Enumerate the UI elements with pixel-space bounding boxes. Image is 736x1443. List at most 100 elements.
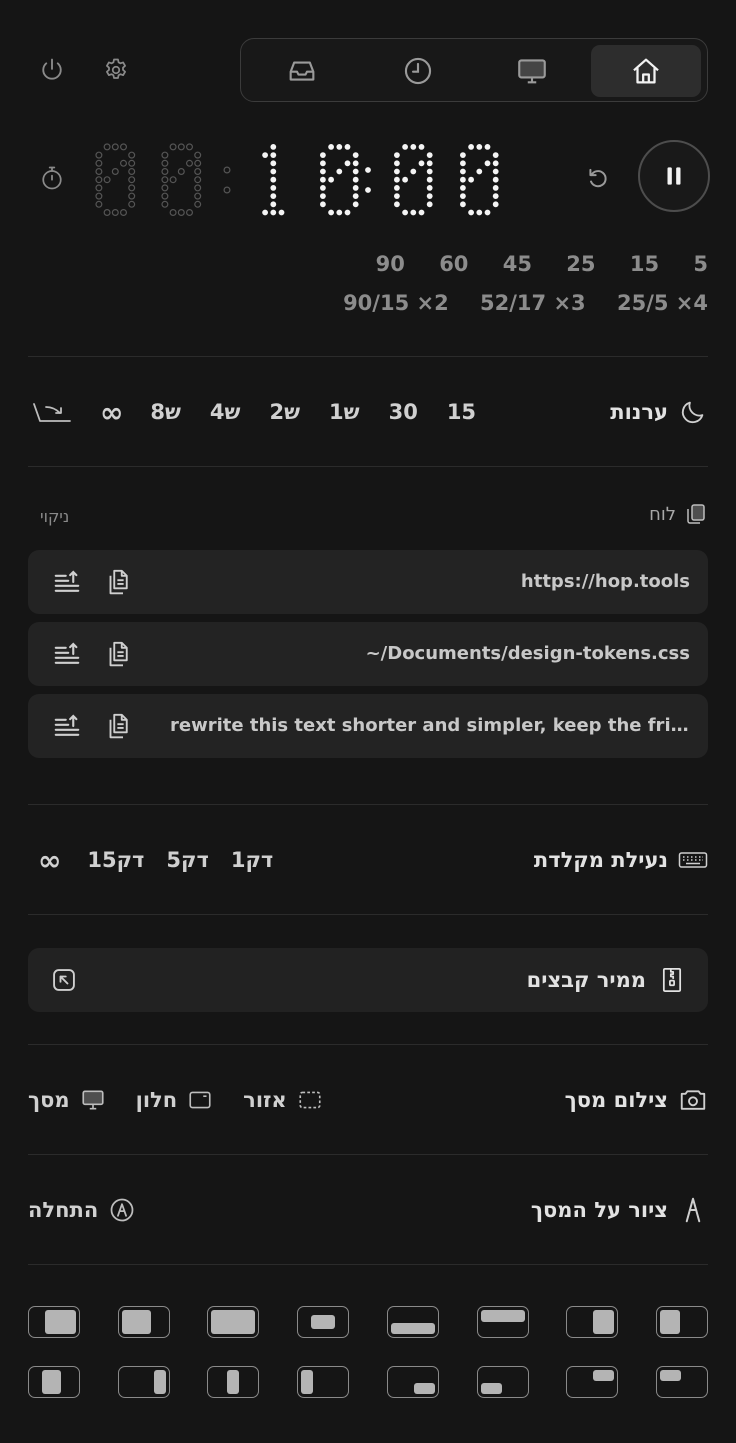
- timer-digit-dot: [177, 143, 185, 151]
- keyboard-lock-15m[interactable]: 15דק: [87, 848, 144, 872]
- stopwatch-icon[interactable]: [38, 164, 66, 192]
- gear-icon[interactable]: [102, 56, 130, 84]
- paste-as-plain-icon[interactable]: [52, 639, 82, 669]
- layout-top-right-quarter[interactable]: [566, 1366, 618, 1398]
- clipboard-item[interactable]: https://hop.tools: [28, 550, 708, 614]
- monitor-icon: [82, 1090, 104, 1110]
- clipboard-item[interactable]: rewrite this text shorter and simpler, k…: [28, 694, 708, 758]
- file-converter-button[interactable]: ממיר קבצים: [28, 948, 708, 1012]
- preset-60[interactable]: 60: [439, 252, 468, 276]
- layout-center[interactable]: [297, 1306, 349, 1338]
- copy-icon[interactable]: [103, 639, 133, 669]
- timer-digit-dot: [394, 152, 400, 158]
- layout-left-two-thirds[interactable]: [28, 1306, 80, 1338]
- awake-options: ∞ 8ש 4ש 2ש 1ש 30 15: [32, 392, 476, 432]
- timer-colon-dot: [365, 187, 371, 193]
- timer-digit-dot: [194, 159, 202, 167]
- preset-15[interactable]: 15: [630, 252, 659, 276]
- preset-25[interactable]: 25: [566, 252, 595, 276]
- cycle-90-15[interactable]: 90/15 ×2: [343, 291, 449, 315]
- preset-45[interactable]: 45: [503, 252, 532, 276]
- layout-center-large[interactable]: [118, 1306, 170, 1338]
- timer-digit-dot: [402, 144, 408, 150]
- awake-30[interactable]: 30: [389, 400, 418, 424]
- clock-icon: [404, 57, 432, 85]
- timer-presets-minutes: 90 60 45 25 15 5: [376, 252, 708, 276]
- layout-maximize[interactable]: [207, 1306, 259, 1338]
- awake-4h[interactable]: 4ש: [210, 400, 241, 424]
- timer-digit-dot: [128, 151, 136, 159]
- layout-top-half[interactable]: [477, 1306, 529, 1338]
- awake-2h[interactable]: 2ש: [269, 400, 300, 424]
- layout-bottom-right-quarter[interactable]: [387, 1366, 439, 1398]
- window-icon: [189, 1091, 211, 1109]
- layout-left-third-inset[interactable]: [28, 1366, 80, 1398]
- layout-bottom-half[interactable]: [387, 1306, 439, 1338]
- tab-home[interactable]: [591, 45, 701, 97]
- timer-digit-dot: [185, 143, 193, 151]
- clipboard-item-text: ~/Documents/design-tokens.css: [365, 643, 690, 664]
- open-external-icon[interactable]: [50, 966, 78, 994]
- timer-digit-dot: [352, 152, 359, 158]
- preset-90[interactable]: 90: [376, 252, 405, 276]
- timer-digit-dot: [128, 192, 136, 200]
- layout-bottom-left-quarter[interactable]: [477, 1366, 529, 1398]
- paste-as-plain-icon[interactable]: [52, 711, 82, 741]
- timer-digit-dot: [328, 144, 334, 150]
- clipboard-item-text: https://hop.tools: [520, 571, 690, 592]
- timer-digit-dot: [352, 193, 359, 199]
- power-icon[interactable]: [38, 56, 66, 84]
- draw-row: ציור על המסך התחלה: [28, 1190, 708, 1230]
- timer-digit-dot: [468, 176, 474, 183]
- layout-center-third[interactable]: [207, 1366, 259, 1398]
- layout-right-half[interactable]: [566, 1306, 618, 1338]
- tab-history[interactable]: [363, 45, 473, 97]
- cycle-52-17[interactable]: 52/17 ×3: [480, 291, 586, 315]
- keyboard-lock-1m[interactable]: 1דק: [231, 848, 273, 872]
- layout-left-half[interactable]: [656, 1306, 708, 1338]
- timer-digit-dot: [492, 176, 499, 183]
- timer-digit-dot: [410, 209, 417, 216]
- pause-button[interactable]: [638, 140, 710, 212]
- sleep-display-icon[interactable]: [32, 400, 72, 424]
- screenshot-area[interactable]: אזור: [243, 1088, 287, 1112]
- timer-digit-dot: [120, 143, 128, 151]
- timer-digit-dot: [270, 168, 277, 175]
- draw-start-button[interactable]: התחלה: [28, 1190, 136, 1230]
- copy-icon[interactable]: [103, 711, 133, 741]
- tab-display[interactable]: [477, 45, 587, 97]
- timer-digit-dot: [394, 185, 400, 191]
- awake-15[interactable]: 15: [447, 400, 476, 424]
- timer-digit-dot: [426, 193, 433, 199]
- clear-clipboard-button[interactable]: ניקוי: [40, 507, 69, 526]
- timer-digit-dot: [460, 185, 466, 191]
- reset-icon[interactable]: [584, 164, 612, 192]
- cycle-25-5[interactable]: 25/5 ×4: [617, 291, 708, 315]
- copy-icon[interactable]: [103, 567, 133, 597]
- timer-digit-dot: [120, 159, 128, 167]
- awake-8h[interactable]: 8ש: [150, 400, 181, 424]
- timer-digit-dot: [426, 201, 433, 208]
- timer-digit-dot: [492, 201, 499, 208]
- clipboard-item[interactable]: ~/Documents/design-tokens.css: [28, 622, 708, 686]
- timer-digit-dot: [320, 152, 326, 158]
- timer-digit-dot: [128, 168, 136, 176]
- timer-digit-dot: [402, 176, 408, 183]
- layout-right-third[interactable]: [118, 1366, 170, 1398]
- preset-5[interactable]: 5: [693, 252, 708, 276]
- screenshot-window[interactable]: חלון: [136, 1088, 178, 1112]
- awake-1h[interactable]: 1ש: [329, 400, 360, 424]
- layout-left-third[interactable]: [297, 1366, 349, 1398]
- tab-inbox[interactable]: [247, 45, 357, 97]
- keyboard-lock-infinity[interactable]: ∞: [38, 844, 61, 877]
- awake-infinity[interactable]: ∞: [100, 396, 123, 429]
- timer-digit-dot: [352, 201, 359, 208]
- paste-as-plain-icon[interactable]: [52, 567, 82, 597]
- timer-digit-dot: [177, 168, 185, 176]
- keyboard-lock-5m[interactable]: 5דק: [166, 848, 208, 872]
- screenshot-screen[interactable]: מסך: [28, 1088, 70, 1112]
- timer-digit-dot: [111, 143, 119, 151]
- layout-top-left-quarter[interactable]: [656, 1366, 708, 1398]
- timer-digit-dot: [468, 209, 474, 216]
- timer-digit-dot: [476, 168, 483, 175]
